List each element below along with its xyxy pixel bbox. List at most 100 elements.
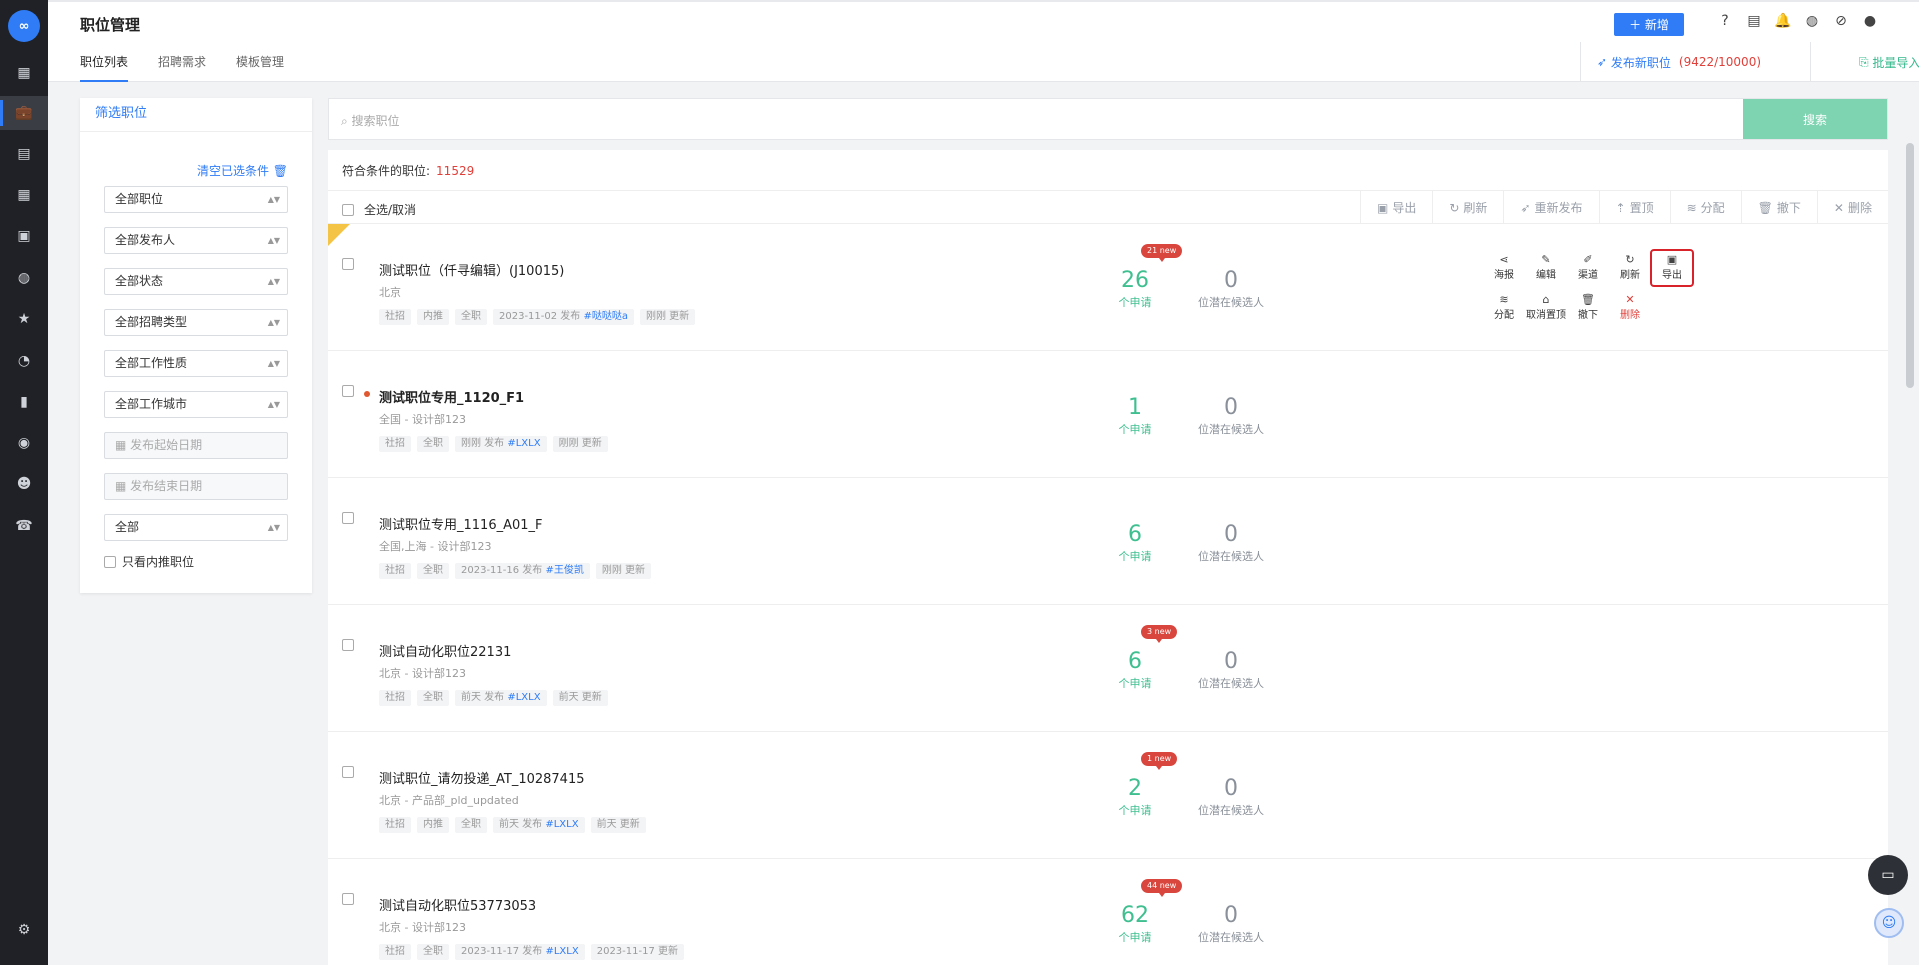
publisher-link[interactable]: #王俊凯 bbox=[545, 565, 583, 576]
applications-stat[interactable]: 6 个申请 bbox=[1108, 649, 1162, 691]
extra-select[interactable]: 全部 ▲▼ bbox=[104, 514, 288, 541]
publisher-link[interactable]: #哒哒哒a bbox=[583, 311, 628, 322]
row-assign-button[interactable]: ≋ 分配 bbox=[1484, 294, 1524, 322]
applications-stat[interactable]: 62 个申请 bbox=[1108, 903, 1162, 945]
applications-stat[interactable]: 26 个申请 bbox=[1108, 268, 1162, 310]
sidebar-item-briefcase[interactable]: 💼 bbox=[0, 96, 48, 130]
row-poster-button[interactable]: ⋖ 海报 bbox=[1484, 254, 1524, 282]
sidebar-item-dashboard[interactable]: ▦ bbox=[0, 56, 48, 90]
job-row-checkbox[interactable] bbox=[342, 512, 354, 524]
candidates-stat[interactable]: 0 位潜在候选人 bbox=[1196, 903, 1266, 945]
sidebar-item-contact-card[interactable]: ▣ bbox=[0, 219, 48, 253]
job-row[interactable]: 测试职位专用_1120_F1 全国 - 设计部123 社招 全职 刚刚 发布 #LXLX… bbox=[328, 351, 1888, 478]
job-row[interactable]: 测试自动化职位53773053 北京 - 设计部123 社招 全职 2023-11-17… bbox=[328, 859, 1888, 965]
new-applications-badge: 3 new bbox=[1141, 625, 1178, 643]
row-withdraw-button[interactable]: 🗑 撤下 bbox=[1568, 294, 1608, 322]
bulk-actions: ▣ 导出 ↻ 刷新 ➶ 重新发布 ⇡ 置顶 ≋ 分配 🗑 撤下 ✕ 删除 bbox=[1360, 191, 1888, 224]
select-all[interactable]: 全选/取消 bbox=[342, 201, 416, 218]
row-export-button[interactable]: ▣ 导出 bbox=[1650, 249, 1694, 287]
candidates-stat[interactable]: 0 位潜在候选人 bbox=[1196, 522, 1266, 564]
start-date-input[interactable]: ▦ 发布起始日期 bbox=[104, 432, 288, 459]
publisher-link[interactable]: #LXLX bbox=[507, 438, 540, 449]
tab-templates[interactable]: 模板管理 bbox=[236, 54, 284, 82]
applications-stat[interactable]: 6 个申请 bbox=[1108, 522, 1162, 564]
work-city-select[interactable]: 全部工作城市 ▲▼ bbox=[104, 391, 288, 418]
job-row-checkbox[interactable] bbox=[342, 258, 354, 270]
recruit-type-select[interactable]: 全部招聘类型 ▲▼ bbox=[104, 309, 288, 336]
job-row-checkbox[interactable] bbox=[342, 766, 354, 778]
publisher-link[interactable]: #LXLX bbox=[545, 946, 578, 957]
job-row[interactable]: 测试职位专用_1116_A01_F 全国,上海 - 设计部123 社招 全职 2023-… bbox=[328, 478, 1888, 605]
tab-job-list[interactable]: 职位列表 bbox=[80, 54, 129, 82]
candidates-stat[interactable]: 0 位潜在候选人 bbox=[1196, 649, 1266, 691]
job-title[interactable]: 测试职位（仟寻编辑）(J10015) bbox=[379, 260, 564, 279]
job-title[interactable]: 测试职位_请勿投递_AT_10287415 bbox=[379, 768, 585, 787]
compass-icon[interactable]: ⊘ bbox=[1832, 12, 1850, 30]
job-row[interactable]: 测试职位_请勿投递_AT_10287415 北京 - 产品部_pld_update… bbox=[328, 732, 1888, 859]
assistant-bot-button[interactable]: ☺ bbox=[1874, 908, 1904, 938]
search-input[interactable]: ⌕ 搜索职位 bbox=[341, 112, 400, 129]
candidates-stat[interactable]: 0 位潜在候选人 bbox=[1196, 395, 1266, 437]
bulk-delete-button[interactable]: ✕ 删除 bbox=[1816, 191, 1888, 224]
bulk-assign-button[interactable]: ≋ 分配 bbox=[1669, 191, 1741, 224]
account-icon[interactable]: ● bbox=[1861, 12, 1879, 30]
scrollbar[interactable] bbox=[1906, 143, 1914, 388]
bulk-withdraw-button[interactable]: 🗑 撤下 bbox=[1740, 191, 1817, 224]
publish-job-button[interactable]: ➶ 发布新职位 (9422/10000) bbox=[1580, 42, 1810, 82]
row-channel-button[interactable]: ✐ 渠道 bbox=[1568, 254, 1608, 282]
sidebar-item-people[interactable]: ☻ bbox=[0, 467, 48, 501]
work-nature-select[interactable]: 全部工作性质 ▲▼ bbox=[104, 350, 288, 377]
settings-icon[interactable]: ⚙ bbox=[0, 918, 48, 942]
job-row[interactable]: 测试自动化职位22131 北京 - 设计部123 社招 全职 前天 发布 #LXLX 前天… bbox=[328, 605, 1888, 732]
tab-requirements[interactable]: 招聘需求 bbox=[158, 54, 206, 82]
sidebar-item-wechat[interactable]: ◍ bbox=[0, 261, 48, 295]
sidebar-item-calendar[interactable]: ▦ bbox=[0, 178, 48, 212]
bell-icon[interactable]: 🔔 bbox=[1774, 12, 1792, 30]
end-date-input[interactable]: ▦ 发布结束日期 bbox=[104, 473, 288, 500]
only-inner-checkbox[interactable] bbox=[104, 555, 116, 568]
document-icon[interactable]: ▤ bbox=[1745, 12, 1763, 30]
sidebar-item-user-circle[interactable]: ◉ bbox=[0, 426, 48, 460]
app-logo[interactable]: ∞ bbox=[8, 10, 40, 42]
select-all-checkbox[interactable] bbox=[342, 203, 354, 216]
job-row-checkbox[interactable] bbox=[342, 639, 354, 651]
chat-button[interactable]: ▭ bbox=[1868, 855, 1908, 895]
row-delete-button[interactable]: ✕ 删除 bbox=[1610, 294, 1650, 322]
clear-filters-link[interactable]: 清空已选条件 🗑 bbox=[197, 162, 288, 179]
bulk-action-bar: 全选/取消 ▣ 导出 ↻ 刷新 ➶ 重新发布 ⇡ 置顶 ≋ 分配 🗑 撤下 ✕ 删除 bbox=[328, 190, 1888, 224]
search-button[interactable]: 搜索 bbox=[1743, 99, 1887, 139]
bulk-pin-top-button[interactable]: ⇡ 置顶 bbox=[1598, 191, 1670, 224]
job-title[interactable]: 测试自动化职位22131 bbox=[379, 641, 511, 660]
job-row-checkbox[interactable] bbox=[342, 385, 354, 397]
bulk-export-button[interactable]: ▣ 导出 bbox=[1360, 191, 1432, 224]
only-inner-filter[interactable]: 只看内推职位 bbox=[104, 553, 194, 570]
publisher-link[interactable]: #LXLX bbox=[545, 819, 578, 830]
sidebar-item-pie-chart[interactable]: ◔ bbox=[0, 344, 48, 378]
job-title[interactable]: 测试自动化职位53773053 bbox=[379, 895, 536, 914]
job-title[interactable]: 测试职位专用_1116_A01_F bbox=[379, 514, 543, 533]
status-select[interactable]: 全部状态 ▲▼ bbox=[104, 268, 288, 295]
sidebar-item-phone[interactable]: ☎ bbox=[0, 509, 48, 543]
headset-icon[interactable]: ◍ bbox=[1803, 12, 1821, 30]
applications-stat[interactable]: 2 个申请 bbox=[1108, 776, 1162, 818]
job-row-checkbox[interactable] bbox=[342, 893, 354, 905]
add-button[interactable]: ＋ 新增 bbox=[1614, 13, 1684, 36]
sidebar-item-bar-chart[interactable]: ▮ bbox=[0, 385, 48, 419]
job-title[interactable]: 测试职位专用_1120_F1 bbox=[379, 387, 524, 406]
bulk-refresh-button[interactable]: ↻ 刷新 bbox=[1432, 191, 1503, 224]
bulk-import-button[interactable]: ⎘ 批量导入职位 bbox=[1810, 42, 1919, 82]
job-row[interactable]: 测试职位（仟寻编辑）(J10015) 北京 社招 内推 全职 2023-11-02 发布 … bbox=[328, 224, 1888, 351]
publisher-select[interactable]: 全部发布人 ▲▼ bbox=[104, 227, 288, 254]
candidates-stat[interactable]: 0 位潜在候选人 bbox=[1196, 776, 1266, 818]
help-icon[interactable]: ? bbox=[1716, 12, 1734, 30]
row-refresh-button[interactable]: ↻ 刷新 bbox=[1610, 254, 1650, 282]
applications-stat[interactable]: 1 个申请 bbox=[1108, 395, 1162, 437]
bulk-republish-button[interactable]: ➶ 重新发布 bbox=[1503, 191, 1598, 224]
publisher-link[interactable]: #LXLX bbox=[507, 692, 540, 703]
row-unpin-button[interactable]: ⌂ 取消置顶 bbox=[1526, 294, 1566, 322]
sidebar-item-star[interactable]: ★ bbox=[0, 302, 48, 336]
job-select[interactable]: 全部职位 ▲▼ bbox=[104, 186, 288, 213]
candidates-stat[interactable]: 0 位潜在候选人 bbox=[1196, 268, 1266, 310]
row-edit-button[interactable]: ✎ 编辑 bbox=[1526, 254, 1566, 282]
sidebar-item-report[interactable]: ▤ bbox=[0, 137, 48, 171]
